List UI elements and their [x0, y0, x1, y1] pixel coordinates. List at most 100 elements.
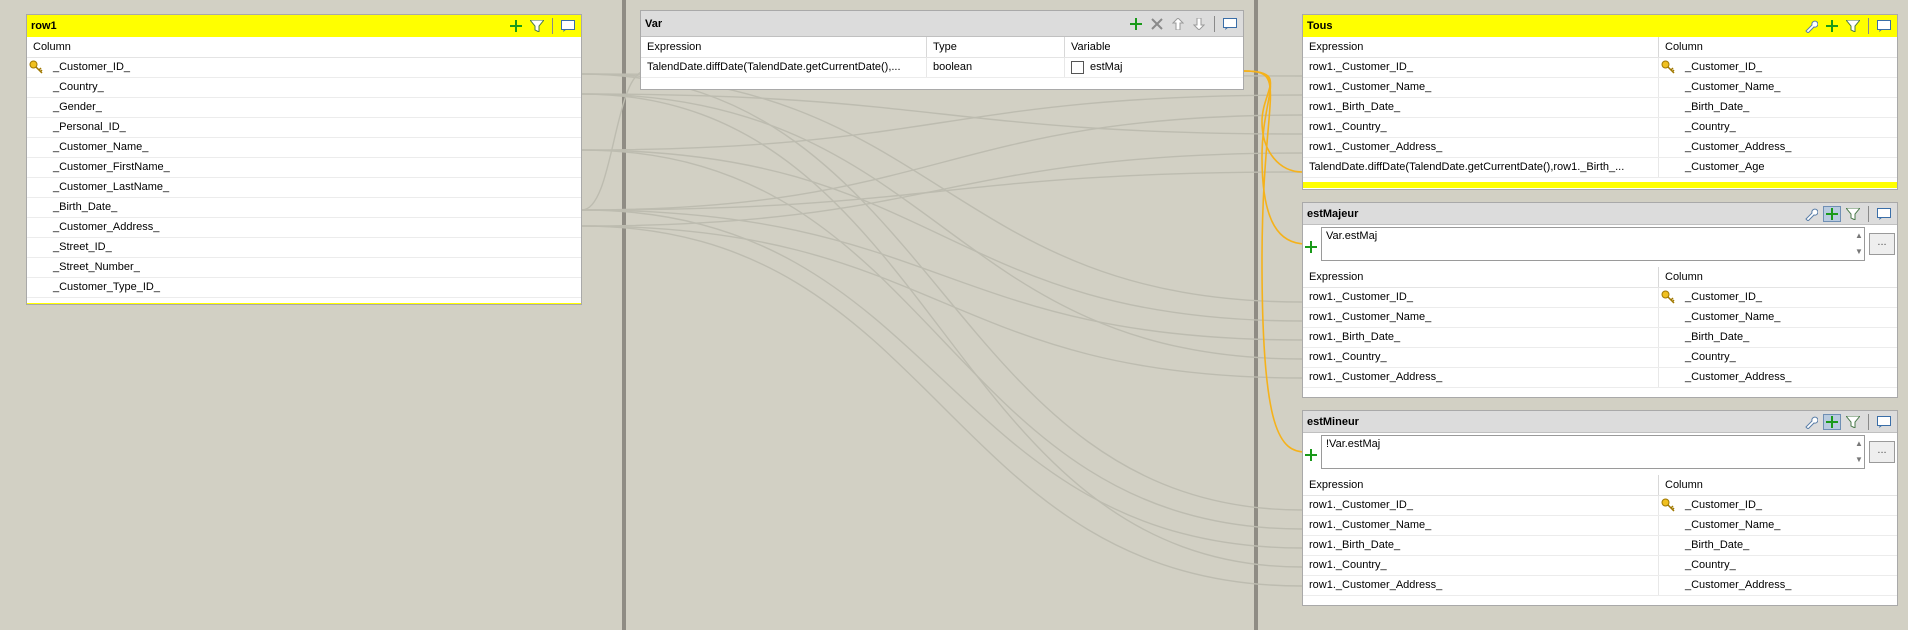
filter-expression-input[interactable]: !Var.estMaj: [1321, 435, 1865, 469]
wrench-settings-icon[interactable]: [1802, 206, 1820, 222]
expression-editor-icon[interactable]: [1875, 414, 1893, 430]
add-plus-icon[interactable]: [1823, 18, 1841, 34]
input-column-cell[interactable]: _Customer_FirstName_: [27, 158, 581, 177]
output-row[interactable]: row1._Customer_ID_ _Customer_ID_: [1303, 288, 1897, 308]
expression-editor-icon[interactable]: [1875, 206, 1893, 222]
expression-editor-icon[interactable]: [559, 18, 577, 34]
filter-icon[interactable]: [1844, 18, 1862, 34]
output-expression-cell[interactable]: row1._Customer_ID_: [1303, 58, 1659, 77]
output-column-cell[interactable]: _Customer_Address_: [1659, 138, 1897, 157]
var-nullable-checkbox[interactable]: [1071, 60, 1084, 74]
input-column-row[interactable]: _Customer_ID_: [27, 58, 581, 78]
input-column-row[interactable]: _Birth_Date_: [27, 198, 581, 218]
output-column-cell[interactable]: _Country_: [1659, 348, 1897, 367]
var-variable-cell[interactable]: estMaj: [1065, 58, 1243, 77]
output-row[interactable]: row1._Birth_Date_ _Birth_Date_: [1303, 328, 1897, 348]
expression-editor-icon[interactable]: [1221, 16, 1239, 32]
output-row[interactable]: row1._Customer_ID_ _Customer_ID_: [1303, 496, 1897, 516]
output-expression-cell[interactable]: row1._Customer_ID_: [1303, 288, 1659, 307]
output-row[interactable]: row1._Customer_Name_ _Customer_Name_: [1303, 516, 1897, 536]
filter-icon[interactable]: [1844, 414, 1862, 430]
filter-expression-input[interactable]: Var.estMaj: [1321, 227, 1865, 261]
output-row[interactable]: row1._Customer_Address_ _Customer_Address…: [1303, 368, 1897, 388]
output-expression-cell[interactable]: row1._Customer_Address_: [1303, 576, 1659, 595]
add-plus-icon[interactable]: [1305, 449, 1317, 464]
input-column-cell[interactable]: _Personal_ID_: [27, 118, 581, 137]
output-row[interactable]: row1._Customer_Address_ _Customer_Address…: [1303, 576, 1897, 596]
input-column-row[interactable]: _Personal_ID_: [27, 118, 581, 138]
add-plus-icon[interactable]: [1823, 414, 1841, 430]
output-expression-cell[interactable]: row1._Customer_ID_: [1303, 496, 1659, 515]
output-column-cell[interactable]: _Birth_Date_: [1659, 536, 1897, 555]
output-row[interactable]: row1._Country_ _Country_: [1303, 348, 1897, 368]
output-expression-cell[interactable]: row1._Customer_Address_: [1303, 138, 1659, 157]
output-expression-cell[interactable]: row1._Birth_Date_: [1303, 98, 1659, 117]
delete-x-icon[interactable]: [1148, 16, 1166, 32]
output-row[interactable]: row1._Customer_Name_ _Customer_Name_: [1303, 308, 1897, 328]
output-expression-cell[interactable]: row1._Birth_Date_: [1303, 536, 1659, 555]
add-plus-icon[interactable]: [1127, 16, 1145, 32]
output-row[interactable]: row1._Customer_Name_ _Customer_Name_: [1303, 78, 1897, 98]
output-column-cell[interactable]: _Customer_ID_: [1659, 58, 1897, 77]
move-down-icon[interactable]: [1190, 16, 1208, 32]
output-column-cell[interactable]: _Customer_Address_: [1659, 576, 1897, 595]
input-column-row[interactable]: _Customer_Address_: [27, 218, 581, 238]
output-expression-cell[interactable]: row1._Customer_Name_: [1303, 516, 1659, 535]
output-expression-cell[interactable]: row1._Country_: [1303, 118, 1659, 137]
filter-more-button[interactable]: ...: [1869, 233, 1895, 255]
input-column-cell[interactable]: _Gender_: [27, 98, 581, 117]
input-column-cell[interactable]: _Country_: [27, 78, 581, 97]
add-plus-icon[interactable]: [1305, 241, 1317, 256]
output-expression-cell[interactable]: row1._Customer_Name_: [1303, 78, 1659, 97]
filter-scroll-arrows[interactable]: ▲ ▼: [1853, 228, 1865, 260]
output-expression-cell[interactable]: row1._Customer_Name_: [1303, 308, 1659, 327]
filter-more-button[interactable]: ...: [1869, 441, 1895, 463]
output-column-cell[interactable]: _Customer_ID_: [1659, 496, 1897, 515]
var-expression-cell[interactable]: TalendDate.diffDate(TalendDate.getCurren…: [641, 58, 927, 77]
output-column-cell[interactable]: _Customer_Name_: [1659, 516, 1897, 535]
output-row[interactable]: row1._Birth_Date_ _Birth_Date_: [1303, 536, 1897, 556]
expression-editor-icon[interactable]: [1875, 18, 1893, 34]
input-column-cell[interactable]: _Customer_Name_: [27, 138, 581, 157]
input-column-row[interactable]: _Country_: [27, 78, 581, 98]
output-row[interactable]: TalendDate.diffDate(TalendDate.getCurren…: [1303, 158, 1897, 178]
move-up-icon[interactable]: [1169, 16, 1187, 32]
output-column-cell[interactable]: _Country_: [1659, 556, 1897, 575]
output-column-cell[interactable]: _Customer_Age: [1659, 158, 1897, 177]
input-column-row[interactable]: _Customer_FirstName_: [27, 158, 581, 178]
filter-icon[interactable]: [528, 18, 546, 34]
add-plus-icon[interactable]: [507, 18, 525, 34]
output-column-cell[interactable]: _Customer_ID_: [1659, 288, 1897, 307]
output-expression-cell[interactable]: row1._Customer_Address_: [1303, 368, 1659, 387]
output-row[interactable]: row1._Customer_Address_ _Customer_Address…: [1303, 138, 1897, 158]
input-column-row[interactable]: _Street_Number_: [27, 258, 581, 278]
input-column-cell[interactable]: _Customer_LastName_: [27, 178, 581, 197]
input-column-row[interactable]: _Street_ID_: [27, 238, 581, 258]
input-column-cell[interactable]: _Street_Number_: [27, 258, 581, 277]
output-column-cell[interactable]: _Customer_Address_: [1659, 368, 1897, 387]
input-column-row[interactable]: _Customer_Name_: [27, 138, 581, 158]
input-column-cell[interactable]: _Customer_ID_: [27, 58, 581, 77]
output-expression-cell[interactable]: row1._Country_: [1303, 348, 1659, 367]
output-row[interactable]: row1._Birth_Date_ _Birth_Date_: [1303, 98, 1897, 118]
output-expression-cell[interactable]: row1._Country_: [1303, 556, 1659, 575]
wrench-settings-icon[interactable]: [1802, 18, 1820, 34]
input-column-cell[interactable]: _Birth_Date_: [27, 198, 581, 217]
output-column-cell[interactable]: _Country_: [1659, 118, 1897, 137]
output-column-cell[interactable]: _Birth_Date_: [1659, 328, 1897, 347]
input-column-cell[interactable]: _Customer_Type_ID_: [27, 278, 581, 297]
wrench-settings-icon[interactable]: [1802, 414, 1820, 430]
var-type-cell[interactable]: boolean: [927, 58, 1065, 77]
var-row[interactable]: TalendDate.diffDate(TalendDate.getCurren…: [641, 58, 1243, 78]
input-column-row[interactable]: _Gender_: [27, 98, 581, 118]
filter-icon[interactable]: [1844, 206, 1862, 222]
add-plus-icon[interactable]: [1823, 206, 1841, 222]
input-column-row[interactable]: _Customer_Type_ID_: [27, 278, 581, 298]
output-expression-cell[interactable]: row1._Birth_Date_: [1303, 328, 1659, 347]
input-column-row[interactable]: _Customer_LastName_: [27, 178, 581, 198]
filter-scroll-arrows[interactable]: ▲ ▼: [1853, 436, 1865, 468]
output-row[interactable]: row1._Customer_ID_ _Customer_ID_: [1303, 58, 1897, 78]
output-row[interactable]: row1._Country_ _Country_: [1303, 556, 1897, 576]
output-column-cell[interactable]: _Customer_Name_: [1659, 78, 1897, 97]
output-row[interactable]: row1._Country_ _Country_: [1303, 118, 1897, 138]
